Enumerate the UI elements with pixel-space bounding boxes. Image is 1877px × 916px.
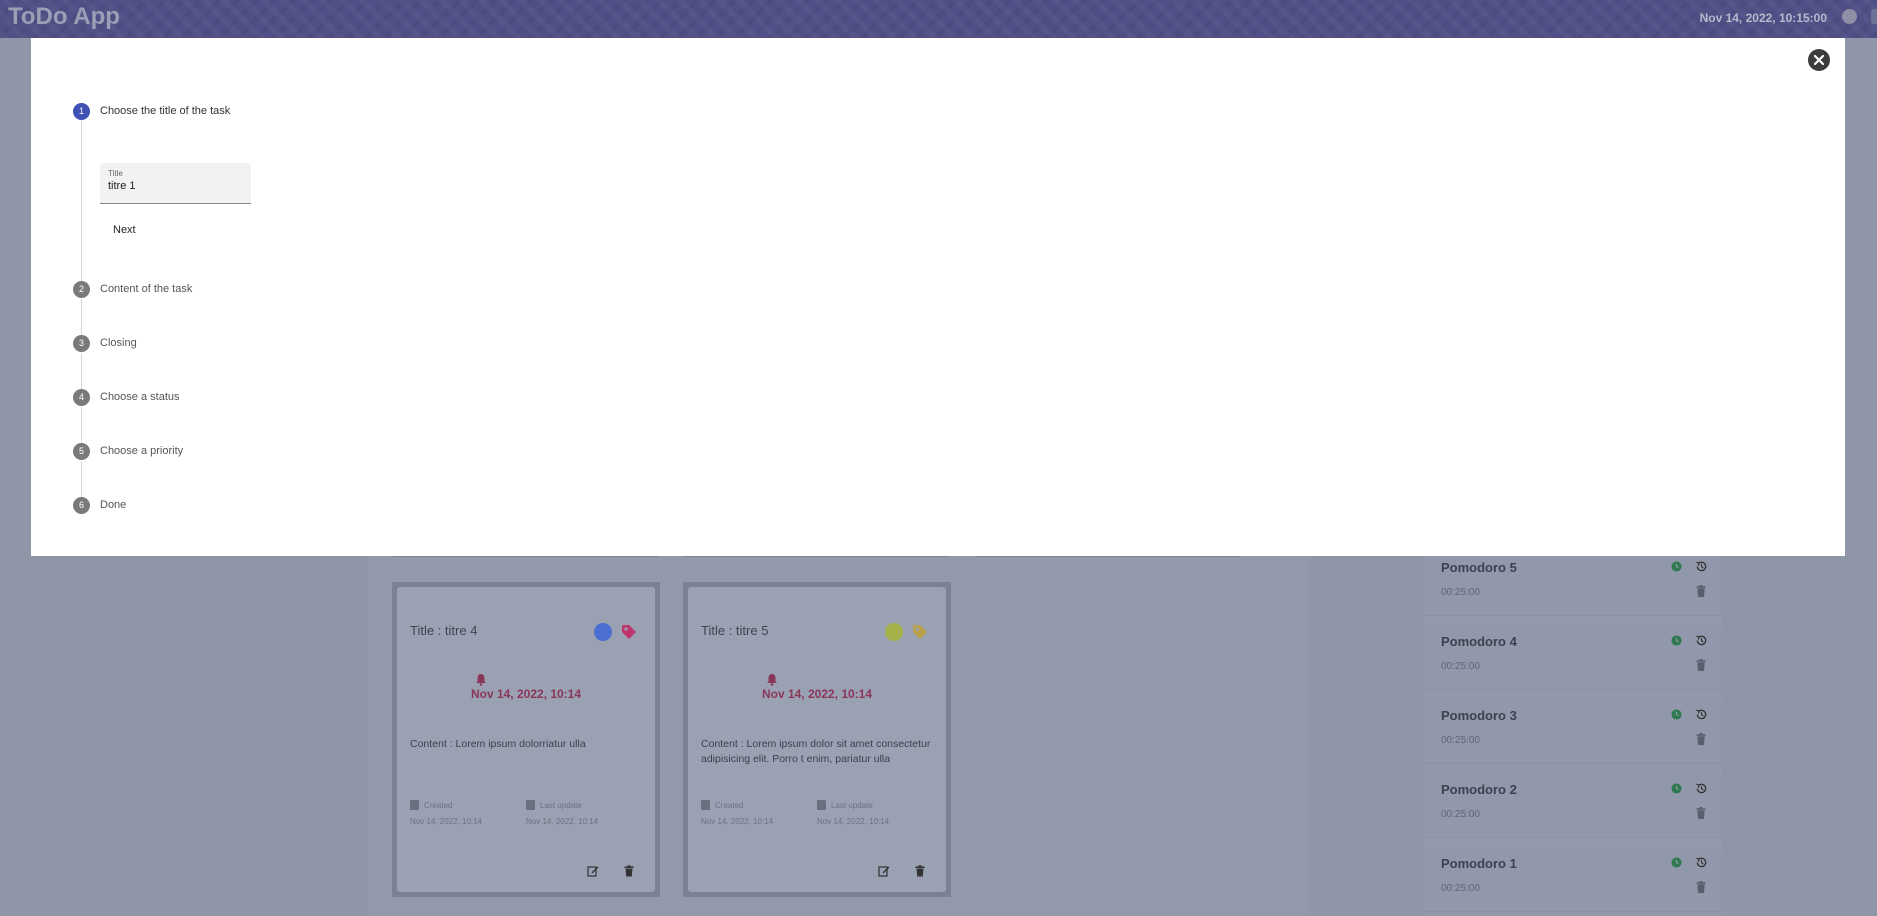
create-task-dialog (31, 38, 1845, 556)
task-card[interactable]: Title : titre 4 Nov 14, 2022, 10:14 Cont… (397, 587, 655, 892)
task-title: Title : titre 5 (701, 623, 769, 638)
updated-label: Last update (540, 801, 582, 810)
created-label: Created (424, 801, 453, 810)
bell-icon (767, 674, 777, 686)
due-date: Nov 14, 2022, 10:14 (470, 687, 582, 701)
updated-label: Last update (831, 801, 873, 810)
task-content: Content : Lorem ipsum dolorriatur ulla (410, 738, 586, 750)
step-5-label[interactable]: Choose a priority (100, 445, 183, 457)
delete-icon[interactable] (914, 865, 926, 877)
reset-icon[interactable] (1695, 856, 1708, 869)
edit-icon[interactable] (587, 865, 599, 877)
reset-icon[interactable] (1695, 708, 1708, 721)
step-connector (81, 120, 82, 282)
calendar-icon (526, 800, 535, 810)
clock-icon[interactable] (1671, 709, 1682, 720)
status-indicator[interactable] (594, 623, 612, 641)
pomodoro-item: Pomodoro 2 00:25:00 (1423, 775, 1722, 838)
edit-icon[interactable] (878, 865, 890, 877)
bell-icon (476, 674, 486, 686)
pomodoro-name: Pomodoro 2 (1441, 782, 1517, 797)
due-date: Nov 14, 2022, 10:14 (761, 687, 873, 701)
title-field-label: Title (108, 169, 123, 178)
trash-icon[interactable] (1696, 881, 1706, 893)
clock-icon[interactable] (1671, 561, 1682, 572)
app-title: ToDo App (8, 3, 120, 30)
step-4-label[interactable]: Choose a status (100, 391, 180, 403)
pomodoro-item: Pomodoro 3 00:25:00 (1423, 701, 1722, 764)
trash-icon[interactable] (1696, 807, 1706, 819)
step-2-label[interactable]: Content of the task (100, 283, 192, 295)
trash-icon[interactable] (1696, 585, 1706, 597)
step-5-indicator[interactable]: 5 (73, 443, 90, 460)
step-1-indicator[interactable]: 1 (73, 103, 90, 120)
pomodoro-name: Pomodoro 5 (1441, 560, 1517, 575)
title-input[interactable] (107, 180, 239, 192)
pomodoro-time: 00:25:00 (1441, 809, 1480, 820)
menu-icon[interactable] (1871, 9, 1877, 24)
step-connector (81, 407, 82, 443)
clock-icon[interactable] (1671, 857, 1682, 868)
step-2-indicator[interactable]: 2 (73, 281, 90, 298)
reset-icon[interactable] (1695, 560, 1708, 573)
pomodoro-name: Pomodoro 3 (1441, 708, 1517, 723)
reset-icon[interactable] (1695, 782, 1708, 795)
task-card-frame: Title : titre 4 Nov 14, 2022, 10:14 Cont… (392, 582, 660, 897)
step-6-indicator[interactable]: 6 (73, 497, 90, 514)
pomodoro-item: Pomodoro 1 00:25:00 (1423, 849, 1722, 912)
delete-icon[interactable] (623, 865, 635, 877)
step-3-indicator[interactable]: 3 (73, 335, 90, 352)
next-button[interactable]: Next (100, 220, 148, 240)
pomodoro-time: 00:25:00 (1441, 661, 1480, 672)
title-field[interactable]: Title (100, 163, 251, 204)
pomodoro-time: 00:25:00 (1441, 735, 1480, 746)
step-connector (81, 299, 82, 335)
step-connector (81, 353, 82, 389)
pomodoro-panel: Pomodoro 5 00:25:00 Pomodoro 4 00:25:00 … (1423, 553, 1722, 916)
updated-date: Nov 14, 2022, 10:14 (526, 817, 599, 826)
calendar-icon (410, 800, 419, 810)
pomodoro-name: Pomodoro 1 (1441, 856, 1517, 871)
step-3-label[interactable]: Closing (100, 337, 137, 349)
created-date: Nov 14, 2022, 10:14 (701, 817, 774, 826)
calendar-icon (817, 800, 826, 810)
updated-date: Nov 14, 2022, 10:14 (817, 817, 890, 826)
current-datetime: Nov 14, 2022, 10:15:00 (1699, 11, 1827, 25)
clock-icon[interactable] (1671, 635, 1682, 646)
step-4-indicator[interactable]: 4 (73, 389, 90, 406)
pomodoro-item: Pomodoro 5 00:25:00 (1423, 553, 1722, 616)
step-1-label[interactable]: Choose the title of the task (100, 105, 230, 117)
tag-icon[interactable] (912, 624, 928, 640)
reset-icon[interactable] (1695, 634, 1708, 647)
trash-icon[interactable] (1696, 733, 1706, 745)
task-card[interactable]: Title : titre 5 Nov 14, 2022, 10:14 Cont… (688, 587, 946, 892)
created-label: Created (715, 801, 744, 810)
pomodoro-name: Pomodoro 4 (1441, 634, 1517, 649)
pomodoro-time: 00:25:00 (1441, 587, 1480, 598)
task-content: Content : Lorem ipsum dolor sit amet con… (701, 738, 931, 765)
tag-icon[interactable] (621, 624, 637, 640)
trash-icon[interactable] (1696, 659, 1706, 671)
clock-icon[interactable] (1671, 783, 1682, 794)
step-6-label[interactable]: Done (100, 499, 126, 511)
step-connector (81, 461, 82, 497)
task-card-frame: Title : titre 5 Nov 14, 2022, 10:14 Cont… (683, 582, 951, 897)
close-dialog-button[interactable] (1808, 49, 1830, 71)
created-date: Nov 14, 2022, 10:14 (410, 817, 483, 826)
pomodoro-time: 00:25:00 (1441, 883, 1480, 894)
pomodoro-item: Pomodoro 4 00:25:00 (1423, 627, 1722, 690)
close-icon (1813, 54, 1825, 66)
calendar-icon (701, 800, 710, 810)
status-indicator[interactable] (885, 623, 903, 641)
top-bar: ToDo App Nov 14, 2022, 10:15:00 (0, 0, 1877, 38)
avatar[interactable] (1842, 9, 1857, 24)
task-title: Title : titre 4 (410, 623, 478, 638)
